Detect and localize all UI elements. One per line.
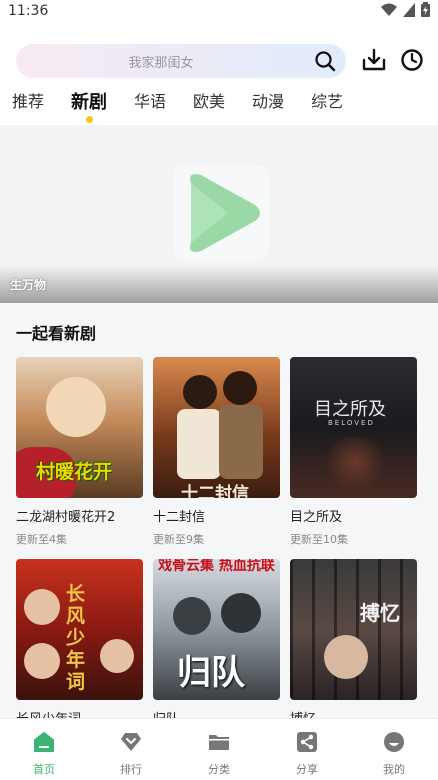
banner[interactable]: 生万物 [0,125,438,303]
poster: 搏忆 [290,559,417,700]
poster: 十二封信 [153,357,280,498]
wifi-icon [381,3,397,16]
play-logo-icon [173,165,269,261]
nav-home-label: 首页 [33,763,55,776]
poster-subtitle: BELOVED [328,419,375,427]
header: 我家那闺女 推荐 新剧 华语 欧美 动漫 综艺 [0,24,438,125]
poster-figure [177,409,221,479]
card-subtitle: 更新至4集 [16,533,67,546]
poster-title: 搏忆 [360,601,400,625]
share-icon [297,732,317,752]
search-placeholder: 我家那闺女 [128,56,194,71]
nav-category-label: 分类 [208,763,230,776]
drama-card[interactable]: 村暖花开 二龙湖村暖花开2 更新至4集 [16,357,143,547]
banner-shade [0,265,438,303]
tab-new-drama-label: 新剧 [71,92,108,113]
tab-new-drama[interactable]: 新剧 [71,88,108,123]
signal-icon [403,2,415,17]
nav-profile[interactable]: 我的 [364,731,424,777]
drama-card[interactable]: 搏忆 搏忆 [290,559,417,727]
poster-figure [100,639,134,673]
ranking-icon [121,733,141,751]
poster-figure [24,589,60,625]
poster-figure [223,371,257,405]
status-time: 11:36 [8,3,49,19]
tab-western[interactable]: 欧美 [193,88,225,118]
tab-anime[interactable]: 动漫 [252,88,284,118]
poster: 村暖花开 [16,357,143,498]
poster-figure [221,593,261,633]
nav-home[interactable]: 首页 [14,731,74,777]
tab-variety[interactable]: 综艺 [311,88,343,118]
poster-figure [219,405,263,479]
poster-figure [320,437,390,487]
poster-figure [24,643,60,679]
tab-chinese[interactable]: 华语 [134,88,166,118]
poster: 目之所及 BELOVED [290,357,417,498]
search-icon[interactable] [314,50,336,72]
active-tab-indicator [86,116,94,123]
category-tabs: 推荐 新剧 华语 欧美 动漫 综艺 [12,88,370,123]
drama-card[interactable]: 长风少年词 长风少年词 [16,559,143,727]
card-title: 二龙湖村暖花开2 [16,510,116,525]
drama-card[interactable]: 目之所及 BELOVED 目之所及 更新至10集 [290,357,417,547]
status-icons [381,2,430,17]
poster-title: 归队 [177,653,245,693]
drama-card[interactable]: 十二封信 十二封信 更新至9集 [153,357,280,547]
drama-card[interactable]: 戏骨云集 热血抗联 归队 归队 [153,559,280,727]
home-icon [34,732,54,752]
status-bar: 11:36 [0,0,438,24]
section-title: 一起看新剧 [16,324,97,343]
card-subtitle: 更新至10集 [290,533,348,546]
poster-title: 村暖花开 [36,461,113,483]
poster-tagline: 戏骨云集 热血抗联 [158,559,275,574]
poster-title: 长风少年词 [66,583,86,693]
nav-category[interactable]: 分类 [189,731,249,777]
bottom-nav: 首页 排行 分类 分享 我的 [0,718,438,780]
nav-share-label: 分享 [296,763,318,776]
poster-figure [324,635,368,679]
battery-icon [421,2,430,17]
poster-figure [173,597,211,635]
poster-figure [183,375,217,409]
nav-share[interactable]: 分享 [277,731,337,777]
profile-icon [384,732,404,752]
poster-bars [290,559,417,700]
poster: 戏骨云集 热血抗联 归队 [153,559,280,700]
card-subtitle: 更新至9集 [153,533,204,546]
history-icon[interactable] [399,47,425,73]
folder-icon [209,735,229,750]
nav-ranking-label: 排行 [120,763,142,776]
poster-figure [46,377,106,437]
poster: 长风少年词 [16,559,143,700]
poster-title: 目之所及 [314,399,386,420]
search-input[interactable]: 我家那闺女 [16,44,346,78]
nav-profile-label: 我的 [383,763,405,776]
tab-recommend[interactable]: 推荐 [12,88,44,118]
download-icon[interactable] [361,47,387,73]
card-title: 十二封信 [153,510,206,525]
nav-ranking[interactable]: 排行 [101,731,161,777]
poster-title: 十二封信 [181,484,249,498]
card-title: 目之所及 [290,510,343,525]
banner-caption: 生万物 [10,278,47,292]
